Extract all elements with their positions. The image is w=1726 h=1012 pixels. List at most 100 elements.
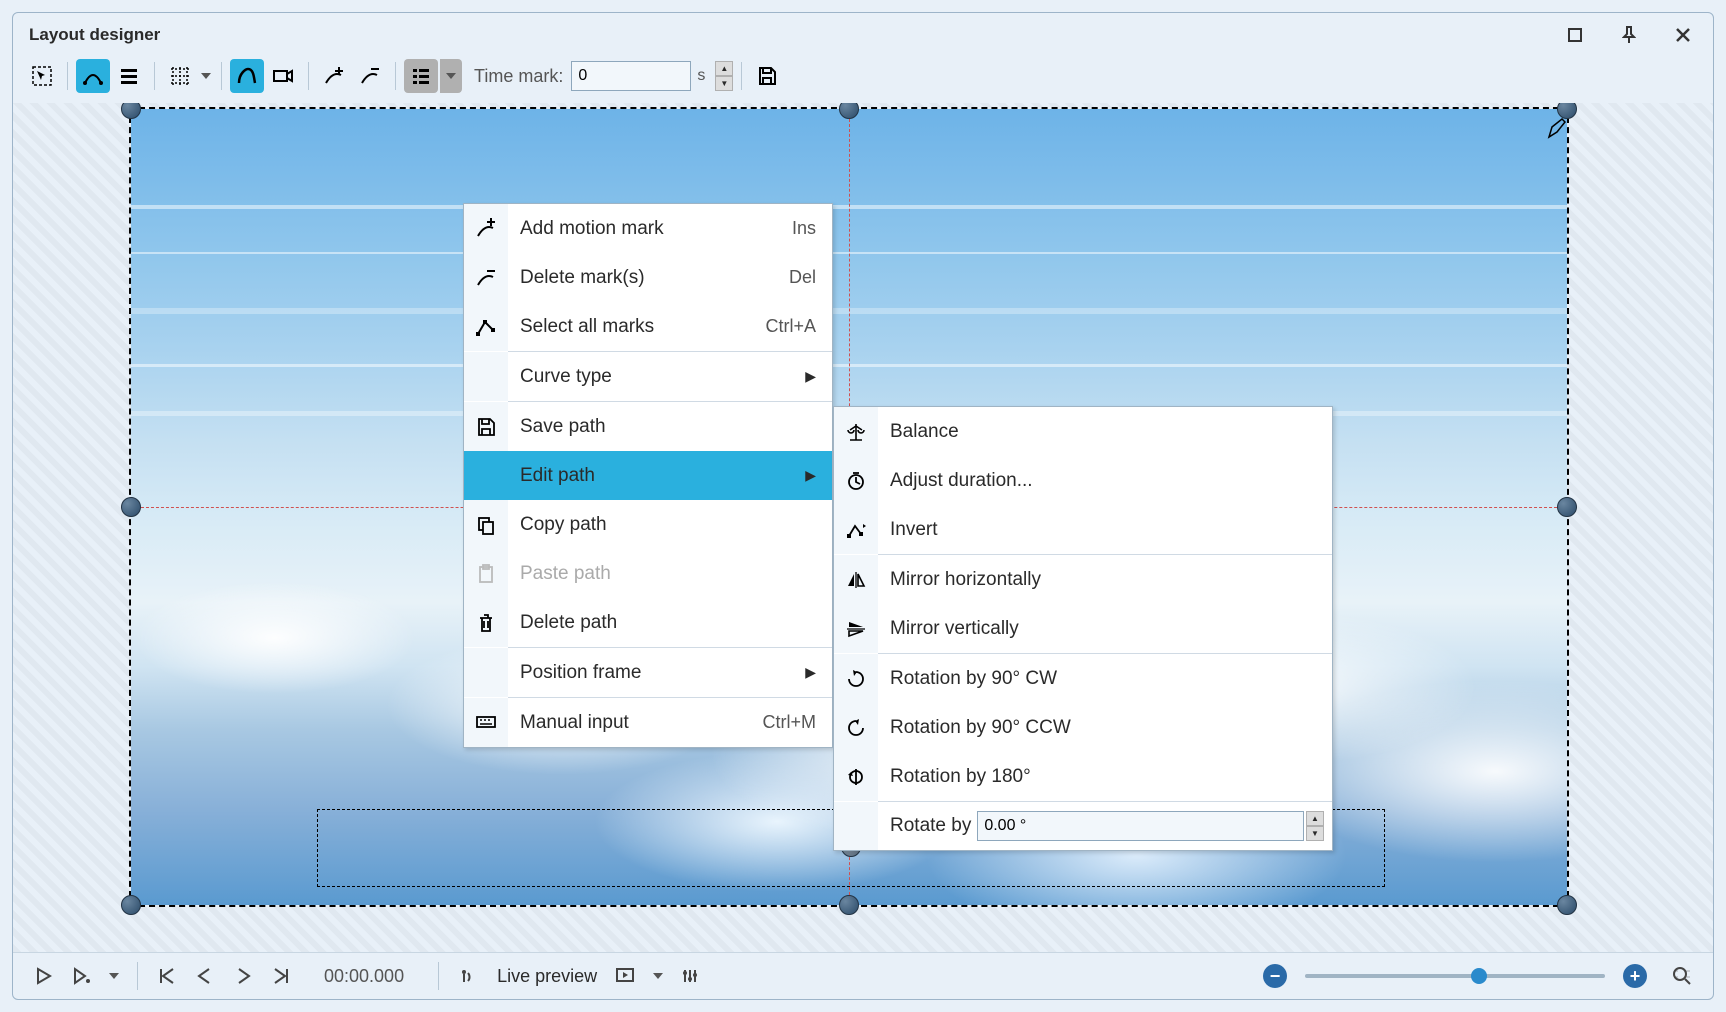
submenu-arrow-icon: ▶ <box>800 467 816 484</box>
save-tool-button[interactable] <box>750 59 784 93</box>
mirror-v-icon <box>834 604 878 653</box>
handle-mid-right[interactable] <box>1557 497 1577 517</box>
toolbar: Time mark: s ▲▼ <box>13 55 1713 103</box>
menu-delete-marks[interactable]: Delete mark(s) Del <box>464 253 832 302</box>
play-from-button[interactable] <box>67 961 97 991</box>
manual-input-icon <box>464 698 508 747</box>
save-icon <box>464 402 508 451</box>
grid-tool-button[interactable] <box>163 59 197 93</box>
playback-time: 00:00.000 <box>304 966 424 987</box>
zoom-slider-thumb[interactable] <box>1471 968 1487 984</box>
pin-button[interactable] <box>1615 23 1643 47</box>
menu-delete-path[interactable]: Delete path <box>464 598 832 647</box>
submenu-balance[interactable]: Balance <box>834 407 1332 456</box>
zoom-in-button[interactable]: + <box>1623 964 1647 988</box>
canvas-area[interactable]: Add motion mark Ins Delete mark(s) Del S… <box>13 103 1713 952</box>
context-menu: Add motion mark Ins Delete mark(s) Del S… <box>463 203 833 748</box>
menu-dropdown[interactable] <box>440 59 462 93</box>
bottombar-separator <box>137 962 138 990</box>
toolbar-separator <box>67 62 68 90</box>
copy-icon <box>464 500 508 549</box>
delete-mark-tool-button[interactable] <box>353 59 387 93</box>
window-title: Layout designer <box>29 25 160 45</box>
rotate-cw-icon <box>834 654 878 703</box>
submenu-arrow-icon: ▶ <box>800 664 816 681</box>
add-mark-tool-button[interactable] <box>317 59 351 93</box>
toolbar-separator <box>395 62 396 90</box>
menu-copy-path[interactable]: Copy path <box>464 500 832 549</box>
time-mark-spinner[interactable]: ▲▼ <box>715 61 733 91</box>
path-tool-button[interactable] <box>230 59 264 93</box>
live-preview-icon-button[interactable] <box>453 961 483 991</box>
time-mark-input[interactable] <box>571 61 691 91</box>
handle-bottom-right[interactable] <box>1557 895 1577 915</box>
play-button[interactable] <box>29 961 59 991</box>
balance-icon <box>834 407 878 456</box>
preview-dropdown[interactable] <box>649 973 667 979</box>
trash-icon <box>464 598 508 647</box>
submenu-rotate-90-cw[interactable]: Rotation by 90° CW <box>834 654 1332 703</box>
menu-paste-path: Paste path <box>464 549 832 598</box>
maximize-button[interactable] <box>1561 23 1589 47</box>
menu-tool-button[interactable] <box>404 59 438 93</box>
duration-icon <box>834 456 878 505</box>
first-frame-button[interactable] <box>152 961 182 991</box>
zoom-slider[interactable] <box>1305 974 1605 978</box>
preview-mode-button[interactable] <box>611 961 641 991</box>
selection-tool-button[interactable] <box>25 59 59 93</box>
add-mark-icon <box>464 204 508 253</box>
handle-bottom-left[interactable] <box>121 895 141 915</box>
rotate-180-icon <box>834 752 878 801</box>
prev-frame-button[interactable] <box>190 961 220 991</box>
layout-designer-window: Layout designer <box>12 12 1714 1000</box>
submenu-mirror-vertical[interactable]: Mirror vertically <box>834 604 1332 653</box>
submenu-mirror-horizontal[interactable]: Mirror horizontally <box>834 555 1332 604</box>
zoom-fit-button[interactable] <box>1667 961 1697 991</box>
pen-icon <box>1545 117 1569 141</box>
live-preview-label: Live preview <box>491 966 603 987</box>
list-tool-button[interactable] <box>112 59 146 93</box>
mirror-h-icon <box>834 555 878 604</box>
camera-tool-button[interactable] <box>266 59 300 93</box>
submenu-rotate-90-ccw[interactable]: Rotation by 90° CCW <box>834 703 1332 752</box>
select-all-icon <box>464 302 508 351</box>
submenu-arrow-icon: ▶ <box>800 368 816 385</box>
time-mark-unit: s <box>693 67 713 85</box>
next-frame-button[interactable] <box>228 961 258 991</box>
last-frame-button[interactable] <box>266 961 296 991</box>
menu-manual-input[interactable]: Manual input Ctrl+M <box>464 698 832 747</box>
toolbar-separator <box>221 62 222 90</box>
submenu-rotate-180[interactable]: Rotation by 180° <box>834 752 1332 801</box>
toolbar-separator <box>308 62 309 90</box>
paste-icon <box>464 549 508 598</box>
toolbar-separator <box>741 62 742 90</box>
settings-sliders-button[interactable] <box>675 961 705 991</box>
grid-dropdown[interactable] <box>199 73 213 79</box>
play-dropdown[interactable] <box>105 973 123 979</box>
invert-icon <box>834 505 878 554</box>
rotate-ccw-icon <box>834 703 878 752</box>
handle-bottom-center[interactable] <box>839 895 859 915</box>
rotate-by-spinner[interactable]: ▲▼ <box>1306 811 1324 841</box>
menu-edit-path[interactable]: Edit path ▶ <box>464 451 832 500</box>
submenu-rotate-by: Rotate by ▲▼ <box>834 802 1332 850</box>
menu-curve-type[interactable]: Curve type ▶ <box>464 352 832 401</box>
close-button[interactable] <box>1669 23 1697 47</box>
time-mark-label: Time mark: <box>464 66 569 87</box>
toolbar-separator <box>154 62 155 90</box>
rotate-by-input[interactable] <box>977 811 1304 841</box>
menu-select-all-marks[interactable]: Select all marks Ctrl+A <box>464 302 832 351</box>
submenu-adjust-duration[interactable]: Adjust duration... <box>834 456 1332 505</box>
menu-position-frame[interactable]: Position frame ▶ <box>464 648 832 697</box>
zoom-out-button[interactable]: − <box>1263 964 1287 988</box>
edit-path-submenu: Balance Adjust duration... Invert Mirror… <box>833 406 1333 851</box>
delete-mark-icon <box>464 253 508 302</box>
submenu-invert[interactable]: Invert <box>834 505 1332 554</box>
titlebar: Layout designer <box>13 13 1713 55</box>
menu-add-motion-mark[interactable]: Add motion mark Ins <box>464 204 832 253</box>
menu-save-path[interactable]: Save path <box>464 402 832 451</box>
bottombar-separator <box>438 962 439 990</box>
handle-mid-left[interactable] <box>121 497 141 517</box>
bottombar: 00:00.000 Live preview − + <box>13 952 1713 999</box>
curve-tool-button[interactable] <box>76 59 110 93</box>
